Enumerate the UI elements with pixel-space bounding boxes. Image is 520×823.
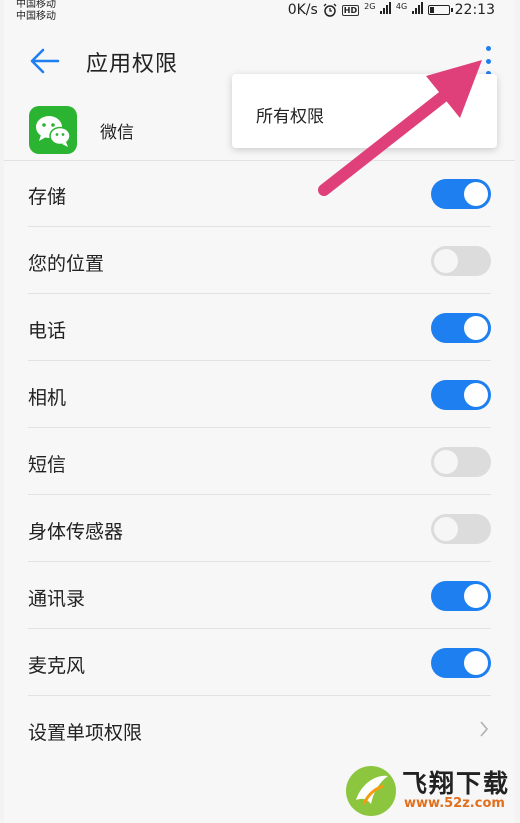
page-title: 应用权限	[86, 52, 179, 77]
status-indicators: 0K/s HD 2G 4G 22:13	[288, 2, 495, 18]
permission-label: 短信	[28, 454, 67, 476]
wechat-icon	[29, 106, 77, 154]
alarm-icon	[323, 3, 337, 17]
permission-label: 相机	[28, 387, 67, 409]
permission-toggle[interactable]	[431, 313, 491, 343]
hd-badge: HD	[341, 4, 360, 16]
permission-toggle[interactable]	[431, 514, 491, 544]
permission-label: 身体传感器	[28, 521, 124, 543]
permission-toggle[interactable]	[431, 447, 491, 477]
clock: 22:13	[454, 2, 495, 18]
signal-bars-icon	[379, 2, 391, 14]
permission-label: 通讯录	[28, 588, 86, 610]
permission-row-contacts[interactable]: 通讯录	[28, 562, 491, 629]
single-permission-label: 设置单项权限	[28, 722, 143, 744]
carrier-label-2: 中国移动	[16, 11, 56, 22]
permission-toggle[interactable]	[431, 648, 491, 678]
permission-row-sms[interactable]: 短信	[28, 428, 491, 495]
battery-level	[429, 7, 434, 13]
carrier-label-1: 中国移动	[16, 0, 56, 10]
annotation-arrow-icon	[318, 60, 482, 196]
permission-list: 存储 您的位置 电话 相机 短信 身体传感器 通讯录 麦克风 设置单项权限	[4, 160, 515, 762]
signal-bars-icon	[411, 2, 423, 14]
signal-2: 4G	[396, 2, 423, 18]
watermark-title: 飞翔下载	[402, 769, 511, 798]
watermark: 飞翔下载 www.52z.com	[344, 762, 516, 820]
screen: 中国移动 中国移动 0K/s HD 2G 4G 22:13 应用权限 微信 存储…	[4, 0, 515, 823]
permission-label: 麦克风	[28, 655, 86, 677]
permission-toggle[interactable]	[431, 581, 491, 611]
permission-row-camera[interactable]: 相机	[28, 361, 491, 428]
network-type-2: 4G	[395, 2, 408, 11]
signal-1: 2G	[364, 2, 391, 18]
permission-label: 电话	[28, 320, 67, 342]
permission-row-location[interactable]: 您的位置	[28, 227, 491, 294]
chevron-right-icon	[480, 721, 489, 737]
app-name: 微信	[100, 123, 134, 143]
watermark-url: www.52z.com	[404, 796, 505, 811]
permission-row-body-sensors[interactable]: 身体传感器	[28, 495, 491, 562]
permission-row-phone[interactable]: 电话	[28, 294, 491, 361]
permission-label: 存储	[28, 186, 67, 208]
permission-label: 您的位置	[28, 253, 105, 275]
permission-toggle[interactable]	[431, 380, 491, 410]
watermark-logo-icon	[346, 766, 396, 816]
status-bar: 中国移动 中国移动 0K/s HD 2G 4G 22:13	[4, 0, 515, 26]
network-speed: 0K/s	[287, 2, 318, 18]
permission-row-microphone[interactable]: 麦克风	[28, 629, 491, 696]
back-arrow-icon[interactable]	[30, 48, 60, 74]
battery-icon	[427, 5, 453, 15]
permission-toggle[interactable]	[431, 246, 491, 276]
single-permission-row[interactable]: 设置单项权限	[28, 696, 491, 762]
network-type-1: 2G	[364, 2, 376, 11]
